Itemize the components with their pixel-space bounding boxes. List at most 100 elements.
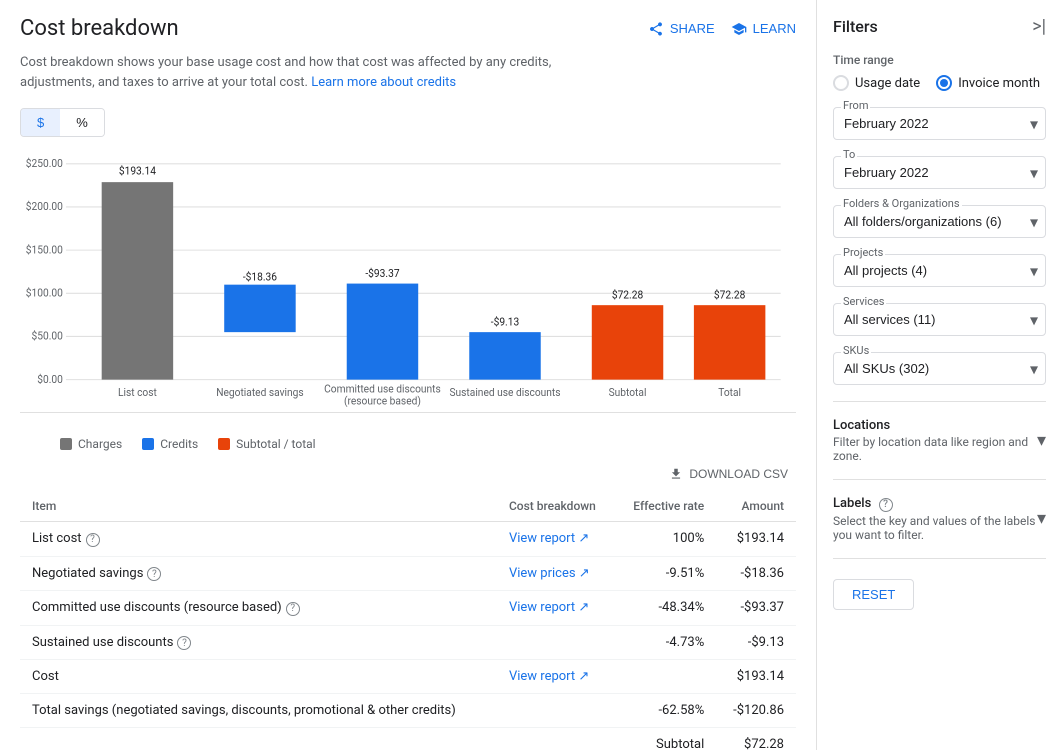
svg-text:$50.00: $50.00 <box>32 329 63 342</box>
locations-desc: Filter by location data like region and … <box>833 435 1037 463</box>
help-icon[interactable]: ? <box>86 533 100 547</box>
locations-filter[interactable]: Locations Filter by location data like r… <box>833 414 1046 467</box>
bar-negotiated-savings[interactable] <box>224 285 295 332</box>
svg-text:$100.00: $100.00 <box>26 286 63 299</box>
services-label: Services <box>841 295 886 308</box>
reset-button[interactable]: RESET <box>833 579 914 610</box>
cost-table: Item Cost breakdown Effective rate Amoun… <box>20 491 796 750</box>
subtotal-item-cell <box>20 728 497 750</box>
table-row: Negotiated savings? View prices ↗ -9.51%-$… <box>20 556 796 591</box>
locations-chevron-icon: ▾ <box>1037 430 1046 451</box>
locations-title: Locations <box>833 418 1037 433</box>
to-label: To <box>841 148 857 161</box>
header-actions: SHARE LEARN <box>648 21 796 37</box>
invoice-month-radio[interactable] <box>936 75 952 91</box>
to-select[interactable]: February 2022 <box>833 156 1046 189</box>
filters-title: Filters <box>833 17 878 36</box>
download-csv-button[interactable]: DOWNLOAD CSV <box>661 463 796 485</box>
cell-rate <box>615 660 716 694</box>
cell-rate: -62.58% <box>615 694 716 728</box>
help-icon[interactable]: ? <box>286 602 300 616</box>
filter-divider-2 <box>833 479 1046 480</box>
invoice-month-option[interactable]: Invoice month <box>936 75 1040 91</box>
learn-button[interactable]: LEARN <box>731 21 796 37</box>
collapse-icon[interactable]: >| <box>1032 16 1046 37</box>
labels-title: Labels ? <box>833 496 1037 512</box>
cell-amount: -$9.13 <box>716 625 796 660</box>
cell-amount: $193.14 <box>716 522 796 557</box>
view-link[interactable]: View prices ↗ <box>509 566 590 581</box>
from-section: From February 2022 ▾ <box>833 107 1046 140</box>
cell-breakdown: View report ↗ <box>497 591 615 626</box>
filter-divider-3 <box>833 558 1046 559</box>
help-icon[interactable]: ? <box>177 636 191 650</box>
services-select-wrapper: Services All services (11) ▾ <box>833 303 1046 336</box>
share-button[interactable]: SHARE <box>648 21 715 37</box>
svg-text:-$93.37: -$93.37 <box>365 267 399 280</box>
projects-select-wrapper: Projects All projects (4) ▾ <box>833 254 1046 287</box>
bar-committed-discounts[interactable] <box>347 284 418 380</box>
subtotal-amount-cell: $72.28 <box>716 728 796 750</box>
bar-total[interactable] <box>694 305 765 379</box>
col-item: Item <box>20 491 497 522</box>
legend-subtotal: Subtotal / total <box>218 437 315 451</box>
cell-rate: 100% <box>615 522 716 557</box>
cell-amount: -$120.86 <box>716 694 796 728</box>
main-content: Cost breakdown SHARE LEARN Cost breakdow… <box>0 0 817 750</box>
folders-select-wrapper: Folders & Organizations All folders/orga… <box>833 205 1046 238</box>
cell-amount: -$18.36 <box>716 556 796 591</box>
cell-rate: -9.51% <box>615 556 716 591</box>
cell-amount: -$93.37 <box>716 591 796 626</box>
col-breakdown: Cost breakdown <box>497 491 615 522</box>
labels-filter[interactable]: Labels ? Select the key and values of th… <box>833 492 1046 546</box>
download-icon <box>669 467 683 481</box>
cell-item: Total savings (negotiated savings, disco… <box>20 694 497 728</box>
labels-help-icon[interactable]: ? <box>879 498 893 512</box>
bar-subtotal[interactable] <box>592 305 663 379</box>
col-rate: Effective rate <box>615 491 716 522</box>
chart-svg: $250.00 $200.00 $150.00 $100.00 $50.00 $… <box>20 153 796 412</box>
usage-date-radio[interactable] <box>833 75 849 91</box>
svg-text:$150.00: $150.00 <box>26 243 63 256</box>
help-icon[interactable]: ? <box>147 567 161 581</box>
bar-list-cost[interactable] <box>102 182 173 379</box>
svg-text:Subtotal: Subtotal <box>609 386 647 399</box>
cell-item: Sustained use discounts? <box>20 625 497 660</box>
table-section: DOWNLOAD CSV Item Cost breakdown Effecti… <box>20 463 796 750</box>
cell-rate: -4.73% <box>615 625 716 660</box>
credits-dot <box>142 438 154 450</box>
view-link[interactable]: View report ↗ <box>509 531 589 546</box>
credits-link[interactable]: Learn more about credits <box>311 75 456 90</box>
page-header: Cost breakdown SHARE LEARN <box>20 16 796 41</box>
bar-sustained-discounts[interactable] <box>469 332 540 379</box>
folders-section: Folders & Organizations All folders/orga… <box>833 205 1046 238</box>
time-range-radio-group: Usage date Invoice month <box>833 75 1046 91</box>
usage-date-option[interactable]: Usage date <box>833 75 920 91</box>
svg-text:$200.00: $200.00 <box>26 200 63 213</box>
col-amount: Amount <box>716 491 796 522</box>
subtotal-label-cell: Subtotal <box>615 728 716 750</box>
folders-label: Folders & Organizations <box>841 197 962 210</box>
skus-label: SKUs <box>841 344 871 357</box>
subtotal-dot <box>218 438 230 450</box>
view-link[interactable]: View report ↗ <box>509 669 589 684</box>
svg-text:Negotiated savings: Negotiated savings <box>216 386 303 399</box>
chart-legend: Charges Credits Subtotal / total <box>20 429 796 455</box>
cell-item: Negotiated savings? <box>20 556 497 591</box>
sidebar-header: Filters >| <box>833 16 1046 37</box>
legend-charges: Charges <box>60 437 122 451</box>
dollar-toggle[interactable]: $ <box>21 109 60 136</box>
skus-select-wrapper: SKUs All SKUs (302) ▾ <box>833 352 1046 385</box>
share-icon <box>648 21 664 37</box>
time-range-section: Time range Usage date Invoice month <box>833 53 1046 91</box>
table-row: CostView report ↗$193.14 <box>20 660 796 694</box>
percent-toggle[interactable]: % <box>60 109 104 136</box>
projects-label: Projects <box>841 246 885 259</box>
view-link[interactable]: View report ↗ <box>509 600 589 615</box>
cell-item: Cost <box>20 660 497 694</box>
table-header-row: Item Cost breakdown Effective rate Amoun… <box>20 491 796 522</box>
table-row: Total savings (negotiated savings, disco… <box>20 694 796 728</box>
svg-text:Total: Total <box>718 386 741 399</box>
cell-breakdown: View prices ↗ <box>497 556 615 591</box>
from-label: From <box>841 99 870 112</box>
